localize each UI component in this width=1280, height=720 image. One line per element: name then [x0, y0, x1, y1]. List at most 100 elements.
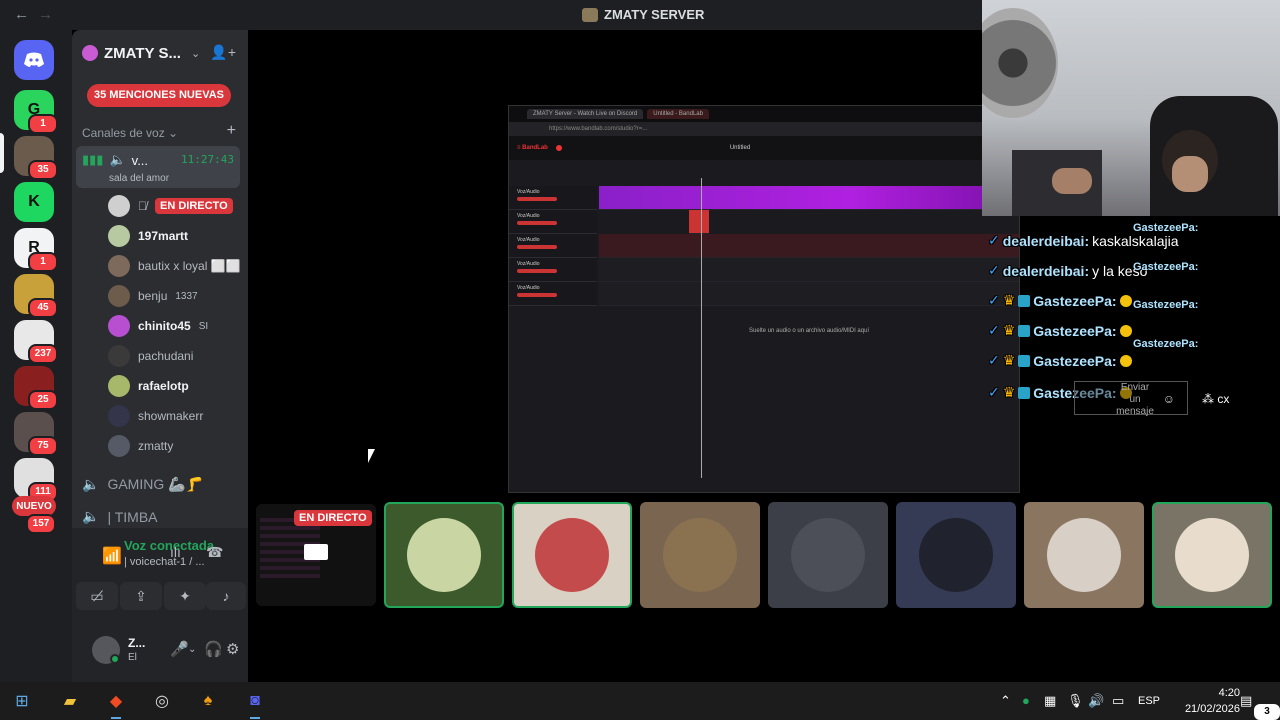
voice-channel-gaming[interactable]: 🔈 GAMING 🦾🦵 [82, 476, 203, 493]
notifications-icon[interactable]: ▤ [1240, 693, 1252, 709]
voice-member[interactable]: zmatty [108, 433, 173, 459]
mention-count-badge: 35 [28, 160, 58, 180]
discord-icon[interactable]: ◙ [242, 689, 268, 719]
browser-tab: Untitled - BandLab [647, 109, 709, 119]
headphones-icon[interactable]: 🎧 [204, 640, 223, 658]
tray-app-icon[interactable]: ● [1022, 693, 1030, 708]
new-servers-badge[interactable]: NUEVO [12, 496, 56, 516]
online-status-icon [110, 654, 120, 664]
voice-channel-link[interactable]: | voicechat-1 / ... [124, 556, 205, 568]
settings-gear-icon[interactable]: ⚙ [226, 640, 239, 658]
obs-icon[interactable]: ◎ [149, 689, 175, 713]
windows-start-icon[interactable]: ⊞ [9, 689, 35, 713]
disconnect-icon[interactable]: ☎ [206, 544, 223, 561]
chevron-down-icon: ⌄ [190, 47, 201, 60]
participant-tile[interactable] [1152, 502, 1272, 608]
server-icon[interactable]: K [14, 182, 54, 222]
share-icon[interactable]: ⁂ cx [1202, 392, 1229, 406]
forward-arrow-icon[interactable]: → [38, 6, 53, 23]
add-channel-icon[interactable]: + [227, 122, 236, 140]
avatar [108, 345, 130, 367]
voice-member[interactable]: 197martt [108, 223, 188, 249]
emoji-icon[interactable]: ☺ [1163, 392, 1175, 406]
fl-studio-icon[interactable]: ♠ [195, 689, 221, 713]
voice-member[interactable]: showmakerr [108, 403, 203, 429]
stream-tile[interactable]: EN DIRECTO [256, 504, 376, 606]
active-voice-channel[interactable]: ▮▮▮ 🔈 v... 11:27:43 sala del amor [76, 146, 240, 188]
camera-off-button[interactable]: ▭̸ [76, 582, 118, 610]
participant-tile[interactable] [384, 502, 504, 608]
chat-username: dealerdeibai: [1002, 262, 1090, 279]
mention-count-badge: 25 [28, 390, 58, 410]
microphone-icon[interactable]: 🎙 [1067, 693, 1084, 709]
network-icon[interactable]: ▭ [1112, 693, 1124, 709]
browser-tab: ZMATY Server - Watch Live on Discord [527, 109, 644, 119]
server-icon[interactable]: 75 [14, 412, 58, 456]
chevron-down-icon[interactable]: ⌄ [188, 644, 196, 655]
chat-composer[interactable]: Enviar un mensaje ☺ [1074, 381, 1188, 417]
server-icon[interactable]: 35 [14, 136, 58, 180]
participant-tile[interactable] [640, 502, 760, 608]
noise-suppression-icon[interactable]: ılı [170, 544, 181, 560]
chat-username: GastezeePa: [1133, 261, 1199, 273]
speaker-icon: 🔈 [82, 508, 100, 524]
activities-button[interactable]: ✦ [164, 582, 206, 610]
chevron-up-icon[interactable]: ⌃ [1000, 693, 1011, 709]
drop-hint: Suelte un audio o un archivo audio/MIDI … [749, 328, 870, 334]
server-header[interactable]: ZMATY S... ⌄ 👤+ [72, 30, 248, 76]
volume-icon[interactable]: 🔊 [1088, 693, 1104, 709]
tray-app-icon[interactable]: ▦ [1044, 693, 1056, 709]
server-icon[interactable]: 45 [14, 274, 58, 318]
shared-screen[interactable]: ZMATY Server - Watch Live on Discord Unt… [508, 105, 1020, 493]
track-volume-bar [517, 293, 557, 297]
file-explorer-icon[interactable]: ▰ [57, 689, 83, 713]
back-arrow-icon[interactable]: ← [14, 6, 29, 23]
voice-channel-timba[interactable]: 🔈 | TIMBA [82, 508, 158, 525]
channel-status: sala del amor [109, 173, 170, 184]
badge-icon [1018, 386, 1031, 399]
brave-browser-icon[interactable]: ◆ [103, 689, 129, 719]
server-icon[interactable]: 111 [14, 458, 58, 502]
windows-taskbar: ⊞ ▰ ◆ ◎ ♠ ◙ ⌃ ● ▦ 🎙 🔊 ▭ ESP 4:20 21/02/2… [0, 682, 1280, 720]
chat-message: ✓ ♛ GastezeePa: [988, 322, 1132, 339]
channel-timer: 11:27:43 [181, 153, 234, 166]
participant-tile[interactable] [512, 502, 632, 608]
share-screen-button[interactable]: ⇪ [120, 582, 162, 610]
chat-username: dealerdeibai: [1002, 232, 1090, 249]
voice-member[interactable]: bautix x loyal ⬜⬜ [108, 253, 241, 279]
playhead[interactable] [701, 178, 702, 478]
server-icon[interactable]: G1 [14, 90, 58, 134]
microphone-icon[interactable]: 🎤 [170, 640, 189, 658]
member-tag: 1337 [175, 290, 198, 302]
server-icon [582, 7, 598, 22]
taskbar-clock[interactable]: 4:20 21/02/2026 [1185, 685, 1240, 717]
new-mentions-button[interactable]: 35 MENCIONES NUEVAS [87, 84, 231, 107]
participant-tile[interactable] [768, 502, 888, 608]
language-indicator[interactable]: ESP [1138, 695, 1160, 707]
discord-home-icon[interactable] [14, 40, 54, 80]
soundboard-button[interactable]: ♪ [206, 582, 246, 610]
server-icon[interactable]: 25 [14, 366, 58, 410]
voice-member[interactable]: rafaelotp [108, 373, 189, 399]
invite-user-icon[interactable]: 👤+ [210, 44, 236, 61]
voice-member[interactable]: pachudani [108, 343, 193, 369]
voice-channels-category[interactable]: Canales de voz ⌄ [82, 126, 178, 140]
member-streaming[interactable]: 🎙̸ EN DIRECTO [108, 193, 233, 219]
voice-member[interactable]: chinito45 SI [108, 313, 208, 339]
crown-icon: ♛ [1002, 384, 1016, 400]
connection-signal-icon[interactable]: 📶 [102, 546, 122, 566]
person-face-image [1172, 156, 1208, 192]
server-icon[interactable]: 237 [14, 320, 58, 364]
participant-tile[interactable] [896, 502, 1016, 608]
avatar [108, 405, 130, 427]
emoji-icon [1119, 354, 1132, 367]
avatar [1047, 518, 1121, 592]
webcam-feed [982, 0, 1280, 216]
daw-track-header: Voz/Audio [509, 234, 597, 258]
person-hand-image [1052, 168, 1092, 194]
track-volume-bar [517, 269, 557, 273]
daw-toolbar: ≡ BandLab Untitled [509, 136, 1019, 160]
voice-member[interactable]: benju 1337 [108, 283, 198, 309]
participant-tile[interactable] [1024, 502, 1144, 608]
server-icon[interactable]: R1 [14, 228, 58, 272]
